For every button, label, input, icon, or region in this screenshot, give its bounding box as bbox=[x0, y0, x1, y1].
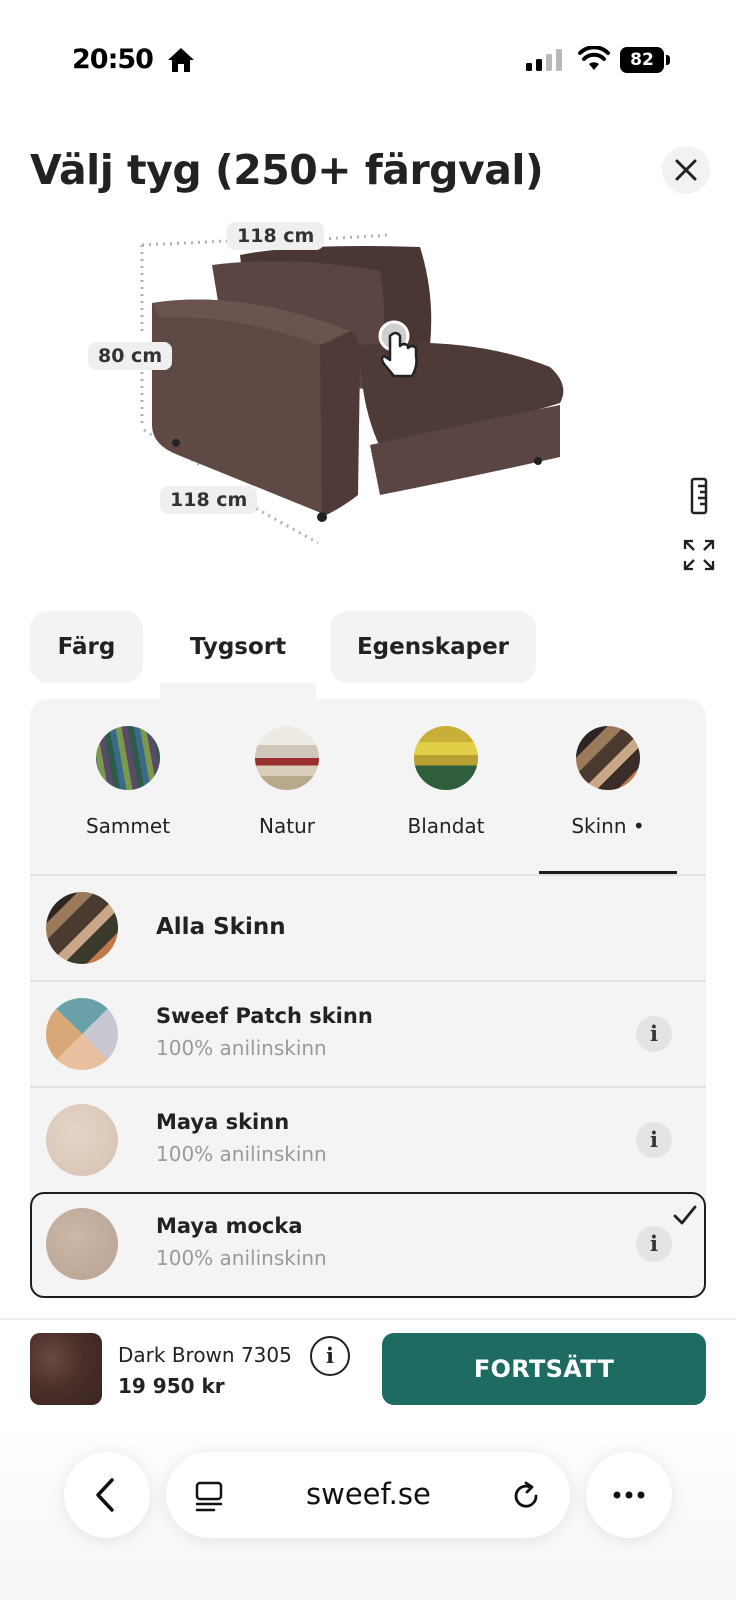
all-skinn-swatch bbox=[46, 892, 118, 964]
fabric-name: Maya skinn bbox=[156, 1110, 290, 1134]
maya-skinn-swatch bbox=[46, 1104, 118, 1176]
dimension-height-label: 80 cm bbox=[88, 342, 173, 370]
measurements-button[interactable] bbox=[686, 476, 712, 516]
continue-button-label: FORTSÄTT bbox=[473, 1355, 615, 1383]
category-natur-label: Natur bbox=[259, 814, 315, 838]
sweef-patch-swatch bbox=[46, 998, 118, 1070]
skinn-swatch bbox=[576, 726, 640, 790]
info-button[interactable]: i bbox=[636, 1016, 672, 1052]
tabs-icon[interactable] bbox=[194, 1480, 224, 1512]
selected-fabric-thumbnail bbox=[30, 1333, 102, 1405]
more-icon bbox=[613, 1491, 645, 1499]
tab-egenskaper-label: Egenskaper bbox=[356, 634, 510, 660]
tab-egenskaper[interactable]: Egenskaper bbox=[330, 611, 536, 683]
natur-swatch bbox=[255, 726, 319, 790]
list-item-maya-skinn[interactable]: Maya skinn 100% anilinskinn i bbox=[30, 1088, 706, 1192]
category-blandat-label: Blandat bbox=[407, 814, 485, 838]
home-icon bbox=[168, 48, 194, 72]
back-icon bbox=[96, 1478, 114, 1512]
hand-pointer-icon bbox=[378, 320, 418, 378]
list-item-all[interactable]: Alla Skinn bbox=[30, 876, 706, 980]
dimension-width-label: 118 cm bbox=[227, 222, 325, 250]
reload-icon[interactable] bbox=[510, 1480, 542, 1512]
status-time: 20:50 bbox=[72, 44, 154, 75]
signal-icon bbox=[526, 49, 562, 71]
continue-button[interactable]: FORTSÄTT bbox=[382, 1333, 706, 1405]
ruler-icon bbox=[690, 477, 708, 515]
category-sammet-label: Sammet bbox=[85, 814, 171, 838]
back-button[interactable] bbox=[64, 1452, 150, 1538]
fabric-name: Maya mocka bbox=[156, 1214, 303, 1238]
category-sammet[interactable]: Sammet bbox=[53, 726, 203, 838]
price: 19 950 kr bbox=[118, 1374, 225, 1398]
url-text[interactable]: sweef.se bbox=[306, 1477, 431, 1511]
check-icon bbox=[673, 1205, 697, 1225]
fabric-name: Sweef Patch skinn bbox=[156, 1004, 373, 1028]
all-skinn-label: Alla Skinn bbox=[156, 914, 286, 940]
info-icon[interactable]: i bbox=[310, 1336, 350, 1376]
category-blandat[interactable]: Blandat bbox=[371, 726, 521, 838]
info-button[interactable]: i bbox=[636, 1226, 672, 1262]
tab-tygsort[interactable]: Tygsort bbox=[160, 611, 316, 683]
list-item-maya-mocka[interactable]: Maya mocka 100% anilinskinn i bbox=[30, 1192, 706, 1298]
fabric-description: 100% anilinskinn bbox=[156, 1142, 327, 1166]
battery-level: 82 bbox=[620, 47, 664, 73]
tab-farg-label: Färg bbox=[57, 634, 116, 660]
sofa-image[interactable] bbox=[90, 225, 610, 565]
info-button[interactable]: i bbox=[636, 1122, 672, 1158]
tab-tygsort-label: Tygsort bbox=[189, 634, 287, 660]
category-skinn[interactable]: Skinn • bbox=[533, 726, 683, 838]
more-button[interactable] bbox=[586, 1452, 672, 1538]
category-skinn-label: Skinn • bbox=[571, 814, 645, 838]
blandat-swatch bbox=[414, 726, 478, 790]
page-title: Välj tyg (250+ färgval) bbox=[30, 146, 544, 194]
fabric-description: 100% anilinskinn bbox=[156, 1246, 327, 1270]
rotate-hint[interactable] bbox=[378, 320, 418, 380]
selected-fabric-name: Dark Brown 7305 bbox=[118, 1343, 292, 1367]
wifi-icon bbox=[578, 46, 610, 70]
fabric-description: 100% anilinskinn bbox=[156, 1036, 327, 1060]
fullscreen-button[interactable] bbox=[682, 538, 716, 572]
close-button[interactable] bbox=[662, 146, 710, 194]
close-icon bbox=[675, 159, 697, 181]
sammet-swatch bbox=[96, 726, 160, 790]
battery-indicator: 82 bbox=[620, 47, 672, 73]
expand-icon bbox=[683, 539, 715, 571]
category-natur[interactable]: Natur bbox=[212, 726, 362, 838]
dimension-depth-label: 118 cm bbox=[160, 486, 258, 514]
list-item-sweef-patch[interactable]: Sweef Patch skinn 100% anilinskinn i bbox=[30, 982, 706, 1086]
maya-mocka-swatch bbox=[46, 1208, 118, 1280]
summary-divider bbox=[0, 1318, 736, 1320]
tab-farg[interactable]: Färg bbox=[30, 611, 143, 683]
